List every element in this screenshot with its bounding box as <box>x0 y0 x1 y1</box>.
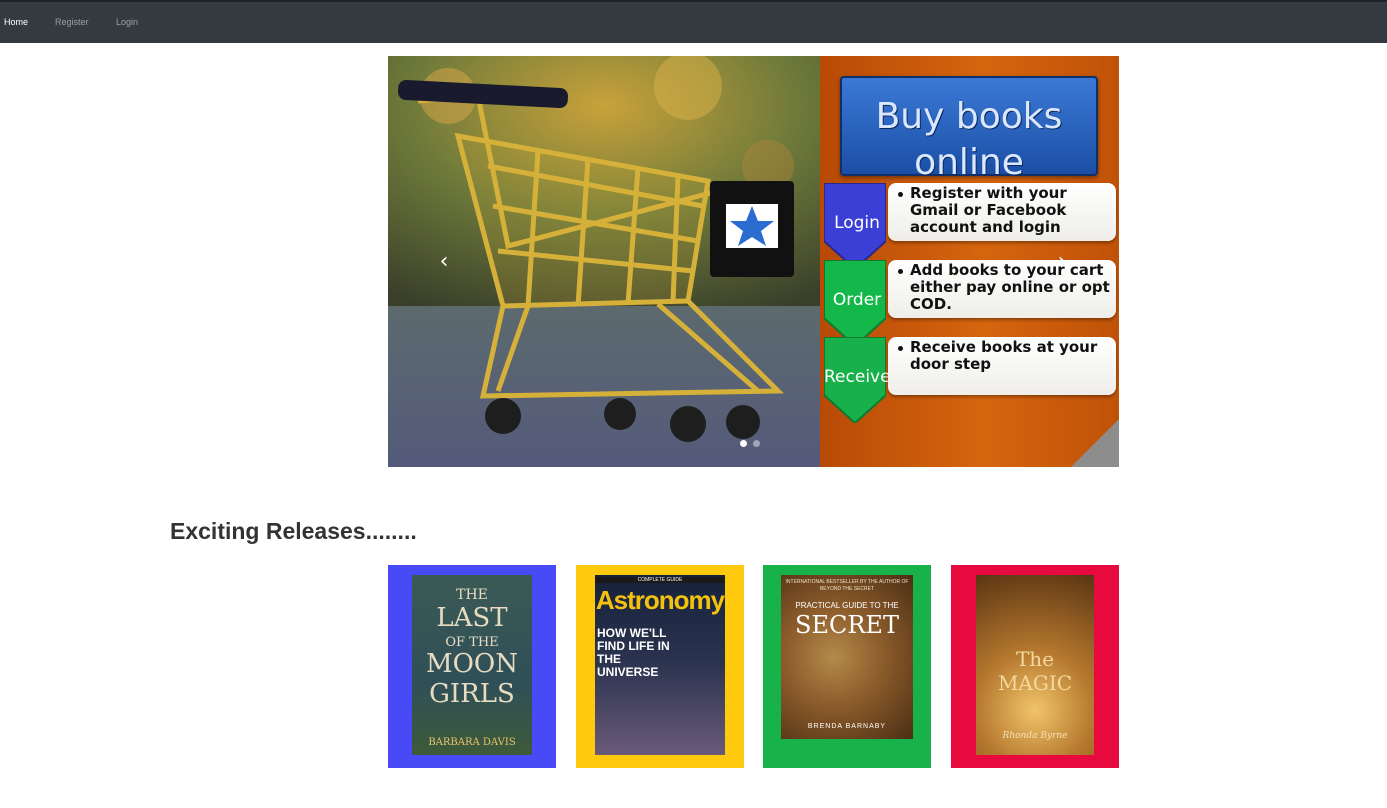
cover-line: THE <box>456 587 488 603</box>
top-navbar: Home Register Login <box>0 0 1387 43</box>
cover-headline: HOW WE'LL FIND LIFE IN THE UNIVERSE <box>597 626 670 679</box>
step-badge-label: Login <box>834 213 880 233</box>
chevron-left-icon: ‹ <box>439 249 449 274</box>
nav-register-link[interactable]: Register <box>55 17 89 27</box>
carousel-indicator-active[interactable] <box>740 440 747 447</box>
cover-line: GIRLS <box>429 679 515 709</box>
carousel-indicator[interactable] <box>753 440 760 447</box>
carousel-next-button[interactable]: › <box>1052 249 1072 274</box>
step-text: Receive books at your door step <box>910 338 1098 373</box>
nav-home-link[interactable]: Home <box>4 17 28 27</box>
cover-line: LAST <box>436 603 508 633</box>
chevron-right-icon: › <box>1057 249 1067 274</box>
book-cover-the-secret: INTERNATIONAL BESTSELLER BY THE AUTHOR O… <box>781 575 913 739</box>
step-text: Add books to your cart either pay online… <box>910 261 1110 313</box>
step-card: Register with your Gmail or Facebook acc… <box>888 183 1116 241</box>
cover-line: OF THE <box>445 635 499 650</box>
hero-carousel: Buy books online Login Register with you… <box>388 56 1119 467</box>
bullet-icon <box>898 192 903 197</box>
book-cover-the-magic: The MAGIC Rhonda Byrne <box>976 575 1094 755</box>
banner-title: Buy books online <box>875 96 1063 183</box>
page-curl <box>1071 419 1119 467</box>
cover-title: The MAGIC <box>997 647 1073 695</box>
cover-line: MOON <box>425 649 518 679</box>
book-card[interactable]: The MAGIC Rhonda Byrne <box>951 565 1119 768</box>
bullet-icon <box>898 346 903 351</box>
cover-author: Rhonda Byrne <box>1002 731 1068 741</box>
book-cover-last-of-the-moon-girls: THE LAST OF THE MOON GIRLS BARBARA DAVIS <box>412 575 532 755</box>
step-card: Add books to your cart either pay online… <box>888 260 1116 318</box>
how-it-works-panel: Buy books online Login Register with you… <box>820 56 1119 467</box>
bullet-icon <box>898 269 903 274</box>
step-order: Order Add books to your cart either pay … <box>824 260 1116 346</box>
book-card[interactable]: INTERNATIONAL BESTSELLER BY THE AUTHOR O… <box>763 565 931 768</box>
cover-subtitle: PRACTICAL GUIDE TO THE <box>795 601 899 610</box>
carousel-prev-button[interactable]: ‹ <box>434 249 454 274</box>
cover-author: BRENDA BARNABY <box>807 723 887 730</box>
book-card[interactable]: COMPLETE GUIDE Astronomy HOW WE'LL FIND … <box>576 565 744 768</box>
cover-title: Astronomy <box>595 585 725 615</box>
book-card[interactable]: THE LAST OF THE MOON GIRLS BARBARA DAVIS <box>388 565 556 768</box>
cover-header: COMPLETE GUIDE <box>595 577 725 583</box>
step-text: Register with your Gmail or Facebook acc… <box>910 184 1067 236</box>
cover-title: SECRET <box>795 611 899 639</box>
step-badge-label: Order <box>832 290 882 310</box>
nav-login-link[interactable]: Login <box>116 17 138 27</box>
buy-books-banner: Buy books online <box>840 76 1098 183</box>
section-title: Exciting Releases........ <box>170 518 417 544</box>
step-badge-label: Receive <box>824 367 891 387</box>
step-card: Receive books at your door step <box>888 337 1116 395</box>
book-cover-astronomy: COMPLETE GUIDE Astronomy HOW WE'LL FIND … <box>595 575 725 755</box>
step-receive: Receive Receive books at your door step <box>824 337 1116 423</box>
cover-author: BARBARA DAVIS <box>428 737 516 748</box>
cover-top-line: INTERNATIONAL BESTSELLER BY THE AUTHOR O… <box>785 579 909 592</box>
step-login: Login Register with your Gmail or Facebo… <box>824 183 1116 269</box>
